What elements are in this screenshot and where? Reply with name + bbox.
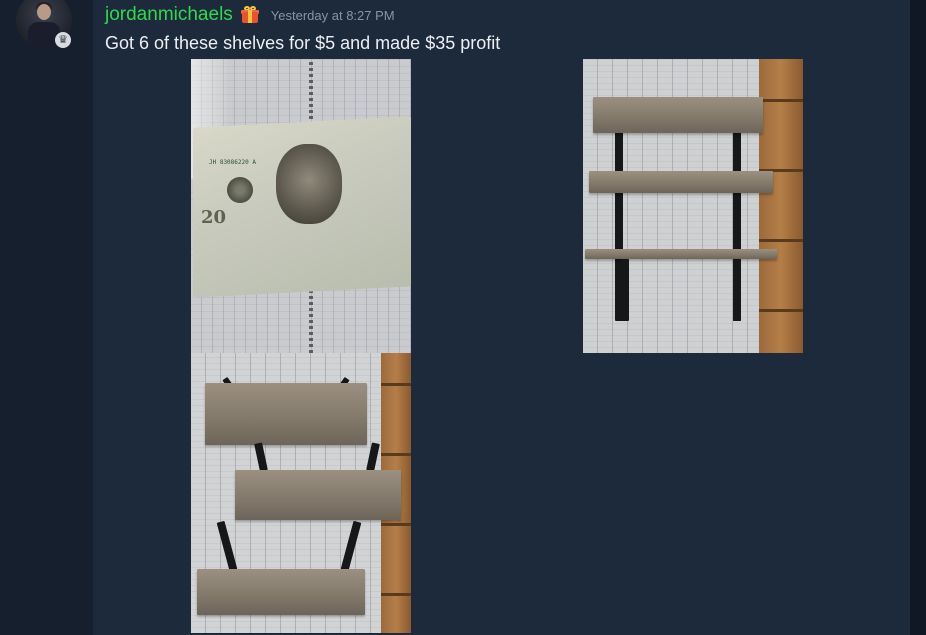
- shelf-board: [585, 249, 777, 259]
- shelf-bracket: [254, 442, 268, 472]
- chair-slat: [381, 593, 411, 596]
- shelf-board: [593, 97, 763, 133]
- username-link[interactable]: jordanmichaels: [105, 4, 233, 26]
- message-timestamp[interactable]: Yesterday at 8:27 PM: [271, 8, 395, 23]
- message-text: Got 6 of these shelves for $5 and made $…: [105, 33, 501, 53]
- cash-photo[interactable]: JH 83086220 A 20: [191, 59, 411, 353]
- gift-icon[interactable]: [240, 6, 259, 24]
- shelf-bracket: [216, 520, 238, 572]
- chat-page: ♛ jordanmichaels Yesterday at 8:27 PM Go…: [0, 0, 926, 635]
- crown-icon: ♛: [55, 32, 71, 48]
- chair-slat: [759, 309, 803, 312]
- shelf-board: [205, 383, 367, 445]
- chair-slat: [381, 383, 411, 386]
- shelf-board: [235, 470, 401, 520]
- bill-serial: JH 83086220 A: [209, 159, 256, 166]
- chair-slat: [759, 99, 803, 102]
- shelf-bracket: [621, 259, 629, 321]
- chair-slat: [381, 523, 411, 526]
- scrollbar-track[interactable]: [910, 0, 926, 635]
- bill-portrait: [276, 144, 342, 224]
- bill-denomination: 20: [201, 207, 227, 228]
- shelves-stacked-photo[interactable]: [583, 59, 803, 353]
- shelf-board: [589, 171, 773, 193]
- bill-seal: [227, 177, 253, 203]
- left-gutter: [0, 0, 93, 635]
- shelf-board: [197, 569, 365, 615]
- chair-slat: [381, 453, 411, 456]
- avatar-head: [37, 4, 51, 20]
- message-header: jordanmichaels Yesterday at 8:27 PM: [105, 3, 395, 27]
- shelves-spread-photo[interactable]: [191, 353, 411, 633]
- shelf-bracket: [366, 442, 380, 472]
- shelf-bracket: [733, 259, 741, 321]
- chair-slat: [759, 239, 803, 242]
- shelf-bracket: [340, 520, 362, 572]
